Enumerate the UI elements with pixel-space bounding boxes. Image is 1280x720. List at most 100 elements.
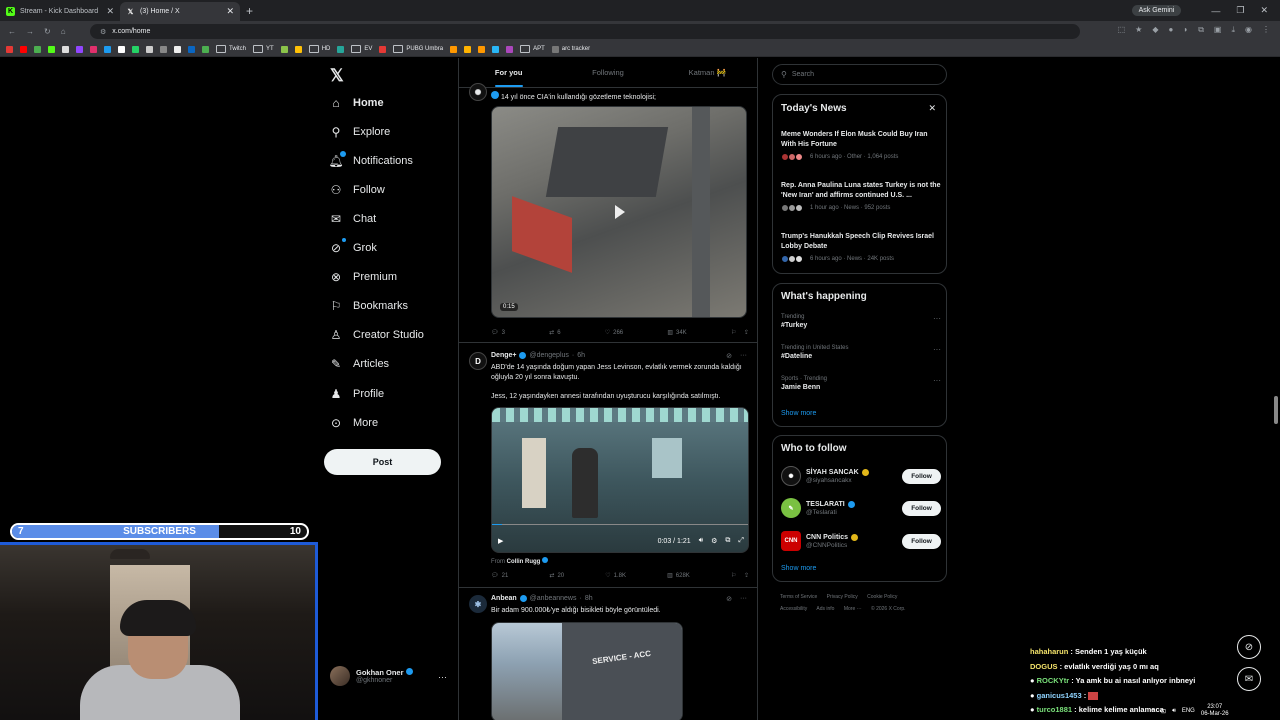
bookmark-icon[interactable]: ⚐ — [731, 572, 736, 579]
more-dots-icon[interactable]: ··· — [933, 345, 941, 354]
video-player[interactable]: 0:15 — [491, 106, 747, 318]
scrollbar-thumb[interactable] — [1274, 396, 1278, 424]
x-logo-icon[interactable]: 𝕏 — [330, 66, 344, 86]
avatar[interactable]: ◉ — [1245, 25, 1252, 35]
download-icon[interactable]: ⤓ — [1231, 25, 1235, 35]
footer-link[interactable]: Terms of Service — [780, 594, 817, 600]
linkedin-icon[interactable] — [188, 45, 195, 53]
extension-icon[interactable]: ◆ — [1152, 25, 1158, 35]
bookmark-icon[interactable]: ⚐ — [731, 329, 736, 336]
bookmark-icon[interactable] — [202, 45, 209, 53]
nav-more[interactable]: ⊙ More — [329, 416, 378, 430]
puzzle-icon[interactable]: ⧉ — [1198, 25, 1204, 35]
share-icon[interactable]: ⇪ — [744, 572, 749, 579]
footer-link[interactable]: More ··· — [844, 606, 862, 612]
minimize-icon[interactable]: — — [1211, 6, 1220, 16]
bookmark-icon[interactable] — [104, 45, 111, 53]
post-surveillance[interactable]: ✺ 14 yıl önce CIA'in kullandığı gözetlem… — [459, 83, 757, 343]
follow-suggestion[interactable]: CNN CNN Politics @CNNPolitics Follow — [781, 530, 941, 552]
network-icon[interactable]: ⊡ — [1161, 708, 1166, 715]
settings-icon[interactable]: ⚙ — [711, 537, 717, 545]
more-dots-icon[interactable]: ··· — [438, 672, 447, 682]
bookmark-icon[interactable] — [160, 45, 167, 53]
home-icon[interactable]: ⌂ — [61, 27, 66, 36]
more-dots-icon[interactable]: ··· — [933, 314, 941, 323]
bookmark-icon[interactable] — [62, 45, 69, 53]
news-item[interactable]: Rep. Anna Paulina Luna states Turkey is … — [781, 181, 941, 212]
volume-icon[interactable]: 🔊︎ — [699, 537, 703, 545]
nav-articles[interactable]: ✎ Articles — [329, 357, 389, 371]
bookmark-icon[interactable] — [379, 45, 387, 53]
nav-explore[interactable]: ⚲ Explore — [329, 125, 391, 139]
volume-icon[interactable]: 🔊︎ — [1172, 708, 1176, 715]
mail-icon[interactable]: ✉ — [1237, 667, 1261, 691]
star-icon[interactable]: ★ — [1135, 25, 1142, 35]
bookmark-folder-pubg[interactable]: PUBG Umbra — [393, 45, 443, 53]
whatsapp-icon[interactable] — [132, 45, 139, 53]
extension-icon[interactable]: ● — [1169, 25, 1174, 35]
bookmark-icon[interactable] — [337, 45, 345, 53]
instagram-icon[interactable] — [90, 45, 97, 53]
post-anbean[interactable]: ✱ Anbean @anbeannews · 8h ⊘ ··· Bir adam… — [459, 589, 757, 720]
bookmark-icon[interactable] — [174, 45, 181, 53]
nav-profile[interactable]: ♟ Profile — [329, 387, 385, 401]
bookmark-icon[interactable] — [450, 45, 458, 53]
bookmark-folder-apt[interactable]: APT — [520, 45, 545, 53]
reload-icon[interactable]: ↻ — [44, 27, 51, 36]
play-icon[interactable] — [615, 205, 625, 219]
trend-item[interactable]: Trending in United States #Dateline ··· — [781, 345, 941, 360]
nav-grok[interactable]: ⊘ Grok — [329, 238, 377, 255]
like-button[interactable]: ♡ 1.8K — [605, 572, 626, 580]
ask-gemini-button[interactable]: Ask Gemini — [1131, 5, 1182, 16]
search-input[interactable]: ⚲ Search — [772, 64, 947, 85]
footer-link[interactable]: Ads info — [816, 606, 834, 612]
url-field[interactable]: ⚙ x.com/home — [90, 24, 1080, 39]
grok-icon[interactable]: ⊘ — [1237, 635, 1261, 659]
tab-kick-dashboard[interactable]: K Stream - Kick Dashboard ✕ — [0, 2, 120, 21]
trend-item[interactable]: Trending #Turkey ··· — [781, 314, 941, 329]
bookmark-folder-yt[interactable]: YT — [253, 45, 274, 53]
video-player[interactable]: ▶ 0:03 / 1:21 🔊︎ ⚙ ⧉ ⤢ — [491, 407, 749, 553]
bookmark-icon[interactable] — [6, 45, 13, 53]
share-icon[interactable]: ⇪ — [744, 329, 749, 336]
maximize-icon[interactable]: ❐ — [1236, 5, 1244, 16]
footer-link[interactable]: Cookie Policy — [867, 594, 897, 600]
bookmark-icon[interactable] — [464, 45, 472, 53]
extension-icon[interactable]: ◗ — [1183, 25, 1188, 35]
kick-icon[interactable] — [48, 45, 55, 53]
follow-button[interactable]: Follow — [902, 500, 941, 516]
footer-link[interactable]: Privacy Policy — [827, 594, 858, 600]
nav-home[interactable]: ⌂ Home — [329, 96, 383, 110]
follow-suggestion[interactable]: ✎ TESLARATI @Teslarati Follow — [781, 497, 941, 519]
post-denge[interactable]: D Denge+ @dengeplus · 6h ⊘ ··· ABD'de 14… — [459, 344, 757, 588]
nav-notifications[interactable]: 🔔︎ Notifications — [328, 151, 413, 168]
reply-button[interactable]: 💬︎ 3 — [491, 329, 505, 337]
bookmark-arc-tracker[interactable]: arc tracker — [551, 45, 590, 53]
tab-following[interactable]: Following — [558, 58, 657, 87]
follow-button[interactable]: Follow — [902, 533, 941, 549]
nav-bookmarks[interactable]: ⚐ Bookmarks — [329, 299, 408, 313]
news-item[interactable]: Trump's Hanukkah Speech Clip Revives Isr… — [781, 232, 941, 263]
close-tab-icon[interactable]: ✕ — [106, 6, 114, 17]
site-info-icon[interactable]: ⚙ — [100, 28, 106, 36]
close-tab-icon[interactable]: ✕ — [226, 6, 234, 17]
show-more-link[interactable]: Show more — [781, 410, 816, 417]
views-button[interactable]: ▥ 628K — [667, 572, 690, 580]
bookmark-icon[interactable] — [146, 45, 153, 53]
back-icon[interactable]: ← — [8, 27, 16, 36]
reply-button[interactable]: 💬︎ 21 — [491, 572, 508, 580]
bookmark-icon[interactable] — [478, 45, 486, 53]
bookmark-icon[interactable] — [34, 45, 41, 53]
follow-button[interactable]: Follow — [902, 468, 941, 484]
bookmark-icon[interactable] — [294, 45, 302, 53]
scrollbar[interactable] — [1272, 58, 1280, 720]
close-icon[interactable]: ✕ — [928, 103, 936, 114]
sidebar-icon[interactable]: ▣ — [1214, 25, 1222, 35]
post-button[interactable]: Post — [324, 449, 441, 475]
menu-icon[interactable]: ⋮ — [1262, 25, 1270, 35]
tab-katman[interactable]: Katman 🚧 — [658, 58, 757, 87]
bookmark-folder-twitch[interactable]: Twitch — [216, 45, 246, 53]
more-dots-icon[interactable]: ··· — [933, 376, 941, 385]
clock[interactable]: 23:07 06-Mar-26 — [1201, 704, 1229, 718]
tray-icon[interactable]: ⌃ — [1150, 708, 1155, 715]
